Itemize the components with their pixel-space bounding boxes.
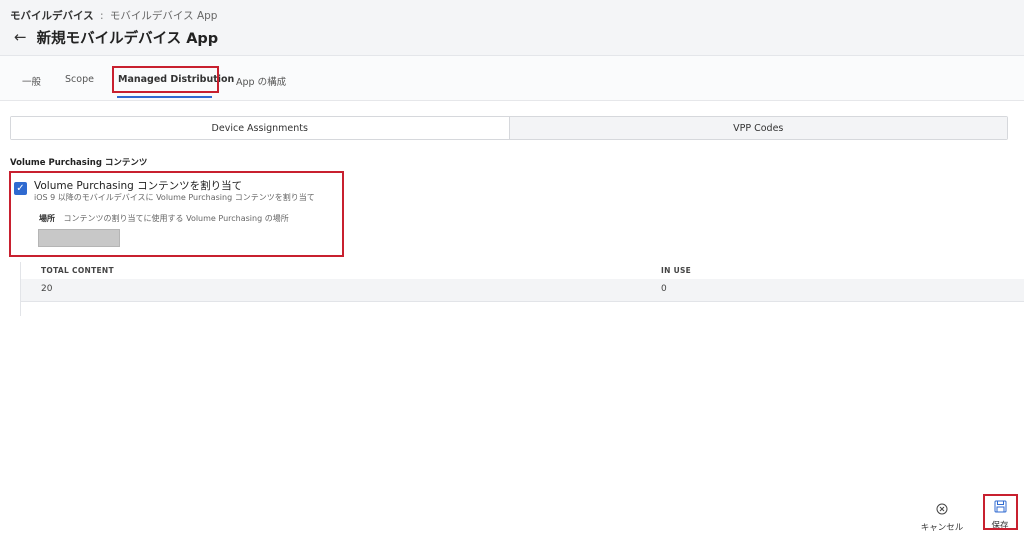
cancel-button[interactable]: キャンセル xyxy=(918,500,966,533)
arrow-left-icon[interactable]: ← xyxy=(14,30,27,45)
breadcrumb-current: モバイルデバイス App xyxy=(109,10,218,22)
close-circle-icon xyxy=(936,503,948,515)
breadcrumb-root[interactable]: モバイルデバイス xyxy=(10,10,94,22)
table-row: 20 0 xyxy=(21,279,1024,302)
tab-app-config[interactable]: App の構成 xyxy=(236,74,286,88)
title-row: ← 新規モバイルデバイス App xyxy=(14,27,218,48)
highlight-box-tab xyxy=(112,66,219,93)
segment-device-assignments[interactable]: Device Assignments xyxy=(11,117,509,139)
active-tab-indicator xyxy=(117,96,212,98)
tab-scope[interactable]: Scope xyxy=(65,74,94,85)
column-header-total-content: TOTAL CONTENT xyxy=(41,266,114,275)
tab-general[interactable]: 一般 xyxy=(22,74,41,88)
breadcrumb: モバイルデバイス : モバイルデバイス App xyxy=(10,8,217,23)
cell-total-content: 20 xyxy=(41,284,53,294)
page-title: 新規モバイルデバイス App xyxy=(36,31,219,47)
cell-in-use: 0 xyxy=(661,284,667,294)
highlight-box-save xyxy=(983,494,1018,530)
highlight-box-content xyxy=(9,171,344,257)
segmented-control: Device Assignments VPP Codes xyxy=(10,116,1008,140)
cancel-label: キャンセル xyxy=(920,523,964,533)
breadcrumb-separator: : xyxy=(100,10,104,22)
content-table: TOTAL CONTENT IN USE 20 0 xyxy=(20,262,1024,316)
segment-vpp-codes[interactable]: VPP Codes xyxy=(508,117,1007,139)
page-header: モバイルデバイス : モバイルデバイス App ← 新規モバイルデバイス App xyxy=(0,0,1024,56)
column-header-in-use: IN USE xyxy=(661,266,692,275)
section-title: Volume Purchasing コンテンツ xyxy=(10,158,148,168)
